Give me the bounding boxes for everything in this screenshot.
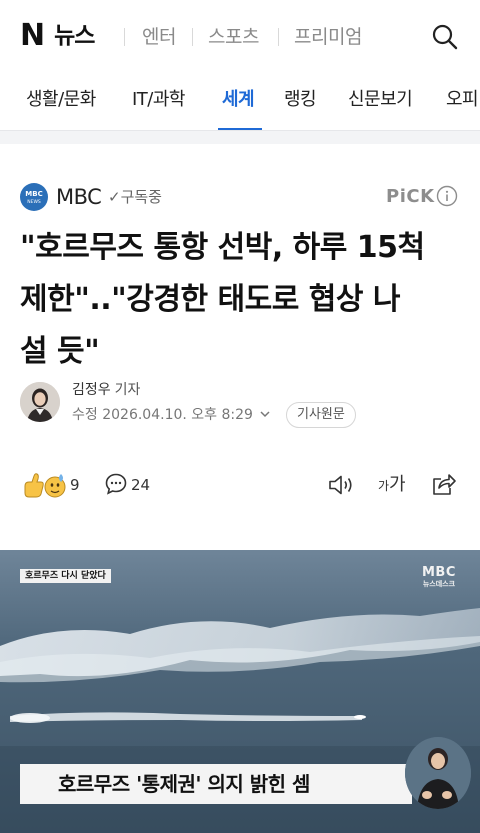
font-size-button[interactable]: 가가 bbox=[378, 473, 406, 498]
article-video[interactable]: 호르무즈 다시 닫았다 MBC 뉴스데스크 호르무즈 '통제권' 의지 밝힌 셈 bbox=[0, 550, 480, 833]
chevron-down-icon[interactable] bbox=[258, 407, 272, 421]
author-name: 김정우 bbox=[72, 382, 111, 398]
font-size-large-label: 가 bbox=[389, 474, 406, 495]
subscribe-status[interactable]: ✓구독중 bbox=[108, 187, 162, 207]
article-original-button[interactable]: 기사원문 bbox=[286, 402, 356, 428]
logo-text: 뉴스 bbox=[54, 23, 95, 49]
info-icon[interactable] bbox=[436, 185, 458, 207]
svg-text:MBC: MBC bbox=[25, 190, 42, 198]
headline-line: 설 듯" bbox=[20, 334, 100, 369]
news-caption-top: 호르무즈 다시 닫았다 bbox=[20, 569, 111, 583]
date-label: 수정 bbox=[72, 407, 98, 423]
divider bbox=[278, 28, 279, 46]
date-value: 2026.04.10. 오후 8:29 bbox=[102, 407, 253, 423]
mbc-news-logo[interactable]: MBC NEWS bbox=[20, 183, 48, 211]
category-tab-world[interactable]: 세계 bbox=[222, 88, 255, 112]
search-button[interactable] bbox=[430, 22, 460, 52]
category-tab-ranking[interactable]: 랭킹 bbox=[284, 88, 317, 112]
speaker-icon[interactable] bbox=[327, 473, 355, 497]
section-link-sports[interactable]: 스포츠 bbox=[208, 24, 259, 50]
sign-language-interpreter bbox=[405, 737, 471, 809]
search-icon bbox=[432, 24, 458, 50]
divider bbox=[192, 28, 193, 46]
section-gap bbox=[0, 130, 480, 144]
broadcaster-logo: MBC 뉴스데스크 bbox=[422, 566, 456, 589]
comment-count: 24 bbox=[131, 476, 151, 494]
divider bbox=[124, 28, 125, 46]
category-tab-it-science[interactable]: IT/과학 bbox=[132, 88, 186, 112]
pick-label: PiCK bbox=[386, 186, 435, 207]
author-avatar[interactable] bbox=[20, 382, 60, 422]
reaction-count: 9 bbox=[70, 476, 80, 494]
press-name[interactable]: MBC bbox=[56, 183, 102, 211]
comment-icon[interactable] bbox=[104, 472, 128, 496]
news-subtitle-bar: 호르무즈 '통제권' 의지 밝힌 셈 bbox=[20, 764, 412, 804]
broadcaster-sub: 뉴스데스크 bbox=[422, 580, 456, 588]
author-byline[interactable]: 김정우 기자 bbox=[72, 380, 140, 400]
check-icon: ✓ bbox=[108, 188, 121, 206]
category-tab-newspaper[interactable]: 신문보기 bbox=[348, 88, 413, 112]
article-headline: "호르무즈 통항 선박, 하루 15척 제한".."강경한 태도로 협상 나 설… bbox=[20, 222, 468, 378]
svg-text:NEWS: NEWS bbox=[27, 199, 41, 205]
subscribe-label: 구독중 bbox=[120, 188, 162, 206]
headline-line: 제한".."강경한 태도로 협상 나 bbox=[20, 282, 401, 317]
category-tab-life-culture[interactable]: 생활/문화 bbox=[26, 88, 96, 112]
headline-line: "호르무즈 통항 선박, 하루 15척 bbox=[20, 230, 425, 265]
reaction-button[interactable] bbox=[22, 470, 72, 500]
category-tab-opinion[interactable]: 오피니언 bbox=[446, 88, 480, 112]
section-link-premium[interactable]: 프리미엄 bbox=[294, 24, 362, 50]
section-link-entertainment[interactable]: 엔터 bbox=[142, 24, 176, 50]
naver-news-logo[interactable]: N 뉴스 bbox=[20, 18, 95, 53]
reaction-emoji-icon bbox=[24, 473, 66, 498]
author-role: 기자 bbox=[114, 382, 141, 398]
press-row: MBC NEWS MBC ✓구독중 PiCK bbox=[20, 181, 460, 211]
press-logo-mark: MBC NEWS bbox=[25, 190, 42, 205]
share-icon[interactable] bbox=[431, 471, 457, 497]
category-nav: 생활/문화 IT/과학 세계 랭킹 신문보기 오피니언 bbox=[0, 72, 480, 130]
article-date: 수정 2026.04.10. 오후 8:29 bbox=[72, 405, 253, 425]
logo-letter: N bbox=[20, 18, 45, 53]
news-subtitle: 호르무즈 '통제권' 의지 밝힌 셈 bbox=[58, 772, 310, 796]
font-size-small-label: 가 bbox=[378, 479, 390, 493]
broadcaster-main: MBC bbox=[422, 565, 456, 580]
top-header: N 뉴스 엔터 스포츠 프리미엄 bbox=[0, 0, 480, 72]
